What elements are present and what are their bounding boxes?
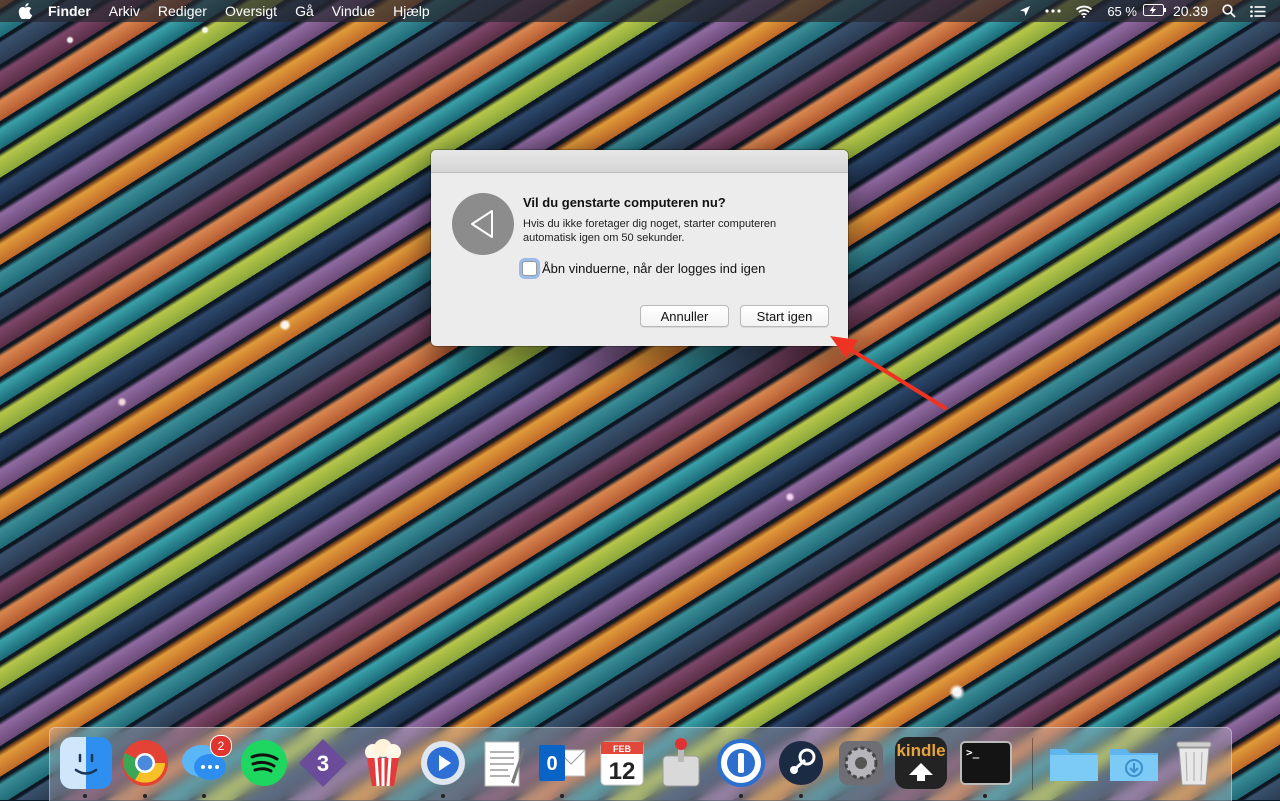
cancel-button[interactable]: Annuller <box>640 305 729 327</box>
messages-icon[interactable]: 2 <box>178 735 232 789</box>
more-icon[interactable] <box>1045 9 1061 13</box>
spotify-icon[interactable] <box>238 737 290 789</box>
downloads-folder-icon[interactable] <box>1108 737 1160 789</box>
quicktime-icon[interactable] <box>417 737 469 789</box>
transmission-icon[interactable] <box>655 737 707 789</box>
menu-vindue[interactable]: Vindue <box>323 0 384 22</box>
trash-icon[interactable] <box>1168 737 1220 789</box>
terminal-prompt: >_ <box>966 746 980 759</box>
wifi-icon[interactable] <box>1075 5 1093 18</box>
menu-bar: Finder Arkiv Rediger Oversigt Gå Vindue … <box>0 0 1280 22</box>
notification-center-icon[interactable] <box>1250 5 1266 18</box>
spotlight-search-icon[interactable] <box>1222 4 1236 18</box>
system-preferences-icon[interactable] <box>835 737 887 789</box>
chrome-icon[interactable] <box>119 737 171 789</box>
menu-ga[interactable]: Gå <box>286 0 323 22</box>
ember-icon-label: 3 <box>317 751 329 776</box>
restart-button[interactable]: Start igen <box>740 305 829 327</box>
menu-arkiv[interactable]: Arkiv <box>100 0 149 22</box>
calendar-month: FEB <box>613 744 632 754</box>
restart-icon <box>452 193 514 255</box>
reopen-windows-label[interactable]: Åbn vinduerne, når der logges ind igen <box>542 261 765 276</box>
location-icon[interactable] <box>1019 5 1031 17</box>
dock: 2 3 0 FEB 12 kindle >_ <box>49 727 1232 801</box>
dock-separator <box>1032 738 1033 790</box>
messages-badge: 2 <box>210 735 232 757</box>
apple-menu-icon[interactable] <box>16 2 34 20</box>
reopen-windows-checkbox[interactable] <box>522 261 537 276</box>
calendar-day: 12 <box>609 758 636 785</box>
battery-percent: 65 % <box>1107 3 1137 19</box>
ember-icon[interactable]: 3 <box>297 737 349 789</box>
desktop-wallpaper <box>0 0 1280 800</box>
finder-icon[interactable] <box>60 737 112 789</box>
kindle-label: kindle <box>896 741 946 760</box>
menubar-clock[interactable]: 20.39 <box>1173 3 1208 19</box>
menu-app-name[interactable]: Finder <box>48 0 100 22</box>
annotation-arrow-icon <box>830 336 947 410</box>
steam-icon[interactable] <box>775 737 827 789</box>
calendar-icon[interactable]: FEB 12 <box>596 737 648 789</box>
popcorn-icon[interactable] <box>357 737 409 789</box>
outlook-icon[interactable]: 0 <box>536 737 588 789</box>
menu-rediger[interactable]: Rediger <box>149 0 216 22</box>
onepassword-icon[interactable] <box>715 737 767 789</box>
menu-oversigt[interactable]: Oversigt <box>216 0 286 22</box>
folder-icon[interactable] <box>1048 737 1100 789</box>
terminal-icon[interactable]: >_ <box>960 741 1012 785</box>
menu-hjaelp[interactable]: Hjælp <box>384 0 439 22</box>
outlook-icon-label: 0 <box>546 753 557 775</box>
battery-charging-icon[interactable] <box>1142 3 1167 19</box>
dialog-titlebar[interactable] <box>431 150 848 173</box>
restart-dialog: Vil du genstarte computeren nu? Hvis du … <box>431 150 848 346</box>
dialog-title: Vil du genstarte computeren nu? <box>523 195 726 210</box>
kindle-icon[interactable]: kindle <box>895 737 947 789</box>
reopen-windows-option[interactable]: Åbn vinduerne, når der logges ind igen <box>522 261 765 276</box>
dialog-message: Hvis du ikke foretager dig noget, starte… <box>523 218 777 244</box>
textedit-icon[interactable] <box>477 737 529 789</box>
